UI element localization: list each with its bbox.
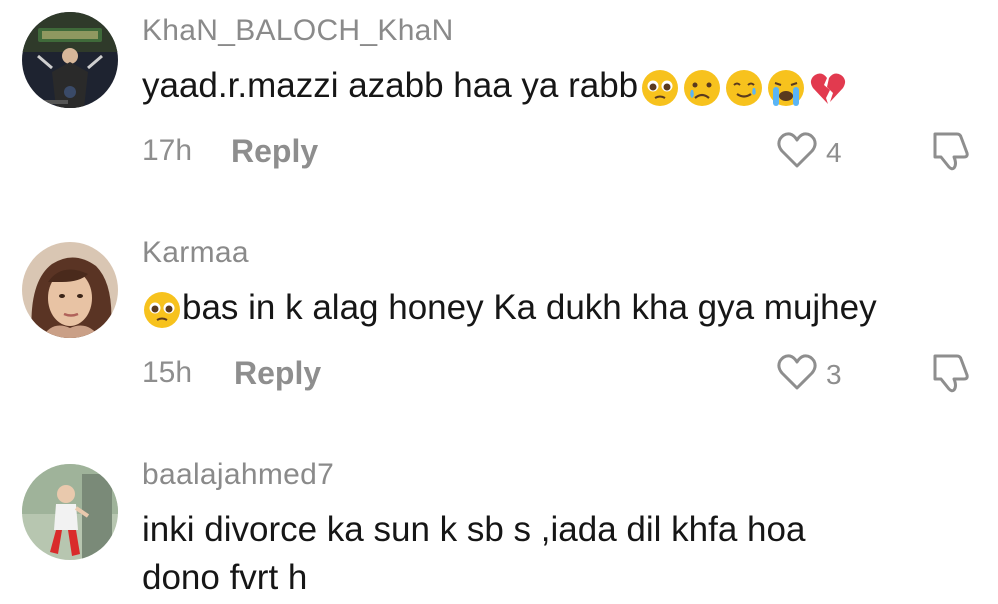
thumbs-down-icon <box>927 354 973 400</box>
comment-text-line: dono fvrt h <box>142 558 308 597</box>
sad-face-icon <box>682 68 722 108</box>
comment-text-line: inki divorce ka sun k sb s ,iada dil khf… <box>142 510 806 549</box>
avatar[interactable] <box>22 12 118 108</box>
heart-icon <box>776 352 818 397</box>
dislike-button[interactable] <box>927 128 973 179</box>
avatar[interactable] <box>22 242 118 338</box>
comment-username[interactable]: Karmaa <box>142 236 249 270</box>
comment-timestamp: 17h <box>142 134 193 167</box>
like-button[interactable]: 4 <box>776 130 842 175</box>
comment-timestamp: 15h <box>142 356 193 389</box>
broken-heart-icon <box>808 68 848 108</box>
comment-username[interactable]: KhaN_BALOCH_KhaN <box>142 14 454 48</box>
like-count: 3 <box>826 358 842 390</box>
comment-username[interactable]: baalajahmed7 <box>142 458 334 492</box>
like-count: 4 <box>826 136 842 168</box>
crying-face-icon <box>766 68 806 108</box>
comment-text: yaad.r.mazzi azabb haa ya rabb <box>142 62 848 110</box>
heart-icon <box>776 130 818 175</box>
avatar[interactable] <box>22 464 118 560</box>
reply-button[interactable]: Reply <box>234 355 321 392</box>
thumbs-down-icon <box>927 132 973 178</box>
comment-text-body: bas in k alag honey Ka dukh kha gya mujh… <box>182 288 877 327</box>
like-button[interactable]: 3 <box>776 352 842 397</box>
dislike-button[interactable] <box>927 350 973 401</box>
smiling-tear-face-icon <box>724 68 764 108</box>
comment-text: bas in k alag honey Ka dukh kha gya mujh… <box>142 284 877 332</box>
reply-button[interactable]: Reply <box>231 133 318 170</box>
comment-text: inki divorce ka sun k sb s ,iada dil khf… <box>142 506 805 602</box>
pleading-face-icon <box>640 68 680 108</box>
comment-text-body: yaad.r.mazzi azabb haa ya rabb <box>142 66 639 105</box>
pleading-face-icon <box>142 290 182 330</box>
